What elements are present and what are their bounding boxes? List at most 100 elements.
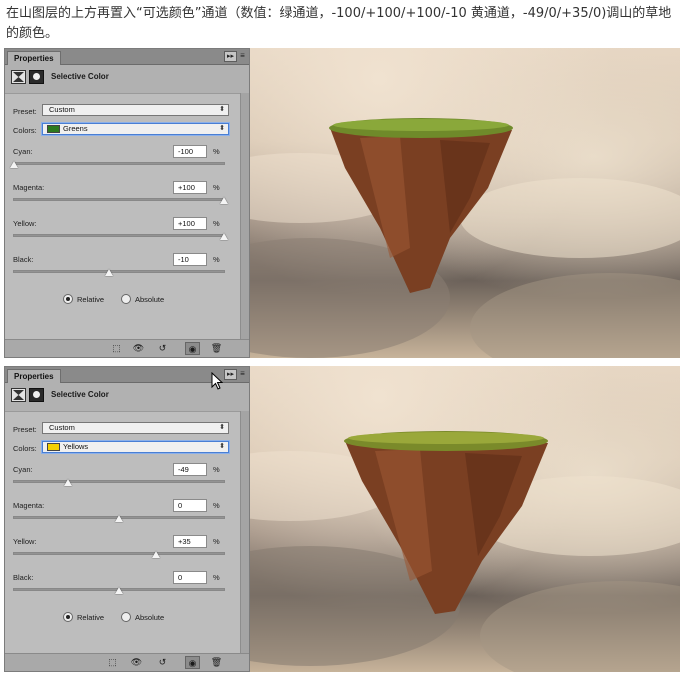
visibility-eye-icon[interactable]: ◉ (185, 342, 200, 355)
cyan-value-field[interactable]: -100 (173, 145, 207, 158)
collapse-panel-button[interactable]: ▸▸ (224, 369, 237, 380)
tab-properties[interactable]: Properties (7, 369, 61, 383)
preset-dropdown[interactable]: Custom ⬍ (42, 422, 229, 434)
magenta-percent: % (213, 183, 220, 192)
colors-value: Yellows (63, 442, 89, 451)
colors-dropdown[interactable]: Greens ⬍ (42, 123, 229, 135)
yellow-percent: % (213, 537, 220, 546)
yellow-slider-thumb[interactable] (220, 233, 228, 240)
screenshot-yellows: Properties ▸▸ ≡ Selective Color Preset: … (4, 366, 680, 672)
magenta-slider-thumb[interactable] (220, 197, 228, 204)
cyan-slider-track[interactable] (10, 161, 225, 168)
colors-label: Colors: (13, 444, 37, 453)
magenta-slider-track[interactable] (13, 515, 225, 522)
relative-radio[interactable] (63, 612, 73, 622)
adjustment-header: Selective Color (11, 388, 236, 406)
cyan-slider-thumb[interactable] (63, 479, 72, 486)
magenta-slider-thumb[interactable] (115, 515, 123, 522)
yellow-label: Yellow: (13, 219, 37, 228)
magenta-percent: % (213, 501, 220, 510)
preset-value: Custom (49, 105, 75, 114)
selective-color-adjustment-icon[interactable] (11, 70, 26, 84)
black-slider-track[interactable] (13, 587, 225, 594)
yellow-slider-thumb[interactable] (151, 551, 160, 558)
tab-properties[interactable]: Properties (7, 51, 61, 65)
black-label: Black: (13, 573, 34, 582)
colors-value: Greens (63, 124, 88, 133)
absolute-label: Absolute (135, 613, 165, 622)
cyan-value-field[interactable]: -49 (173, 463, 207, 476)
cyan-slider-thumb[interactable] (10, 161, 18, 168)
layer-mask-icon[interactable] (29, 70, 44, 84)
panel-menu-icon[interactable]: ≡ (238, 370, 247, 379)
black-slider-thumb[interactable] (115, 587, 123, 594)
relative-label: Relative (77, 613, 105, 622)
black-value-field[interactable]: -10 (173, 253, 207, 266)
panel-menu-icon[interactable]: ≡ (238, 52, 247, 61)
magenta-label: Magenta: (13, 501, 45, 510)
panel-body: Preset: Custom ⬍ Colors: Greens ⬍ Cyan: … (5, 93, 241, 339)
black-slider-thumb[interactable] (104, 269, 113, 276)
color-swatch (47, 125, 60, 133)
panel-footer: ⬚ 👁 ↺ ◉ 🗑 (5, 339, 249, 357)
magenta-label: Magenta: (13, 183, 45, 192)
relative-label: Relative (77, 295, 105, 304)
yellow-slider-track[interactable] (13, 233, 228, 240)
selective-color-adjustment-icon[interactable] (11, 388, 26, 402)
black-percent: % (213, 255, 220, 264)
yellow-value-field[interactable]: +35 (173, 535, 207, 548)
delete-icon[interactable]: 🗑 (209, 656, 224, 669)
floating-island-image (250, 48, 680, 358)
properties-panel: Properties ▸▸ ≡ Selective Color Preset: … (4, 366, 250, 672)
panel-footer: ⬚ 👁 ↺ ◉ 🗑 (5, 653, 249, 671)
visibility-eye-icon[interactable]: ◉ (185, 656, 200, 669)
cyan-label: Cyan: (13, 465, 33, 474)
panel-scrollbar[interactable] (240, 93, 249, 339)
updown-arrow-icon: ⬍ (219, 424, 225, 431)
clip-to-layer-icon[interactable]: ⬚ (109, 342, 124, 355)
magenta-value-field[interactable]: 0 (173, 499, 207, 512)
adjustment-title: Selective Color (51, 390, 109, 399)
absolute-radio[interactable] (121, 294, 131, 304)
colors-dropdown[interactable]: Yellows ⬍ (42, 441, 229, 453)
yellow-slider-track[interactable] (13, 551, 225, 558)
adjustment-title: Selective Color (51, 72, 109, 81)
preset-value: Custom (49, 423, 75, 432)
panel-body: Preset: Custom ⬍ Colors: Yellows ⬍ Cyan:… (5, 411, 241, 653)
layer-mask-icon[interactable] (29, 388, 44, 402)
clip-to-layer-icon[interactable]: ⬚ (105, 656, 120, 669)
black-value-field[interactable]: 0 (173, 571, 207, 584)
reset-icon[interactable]: ↺ (155, 656, 170, 669)
mouse-pointer-icon (211, 372, 223, 390)
island-illustration (250, 431, 680, 672)
panel-tab-bar: Properties ▸▸ ≡ (5, 49, 249, 65)
magenta-value-field[interactable]: +100 (173, 181, 207, 194)
magenta-slider-track[interactable] (13, 197, 228, 204)
black-label: Black: (13, 255, 34, 264)
panel-scrollbar[interactable] (240, 411, 249, 653)
yellow-value-field[interactable]: +100 (173, 217, 207, 230)
colors-label: Colors: (13, 126, 37, 135)
relative-radio[interactable] (63, 294, 73, 304)
yellow-percent: % (213, 219, 220, 228)
view-previous-state-icon[interactable]: 👁 (129, 656, 144, 669)
cyan-label: Cyan: (13, 147, 33, 156)
color-swatch (47, 443, 60, 451)
cyan-slider-track[interactable] (13, 479, 225, 486)
black-slider-track[interactable] (13, 269, 225, 276)
properties-panel: Properties ▸▸ ≡ Selective Color Preset: … (4, 48, 250, 358)
reset-icon[interactable]: ↺ (155, 342, 170, 355)
updown-arrow-icon: ⬍ (219, 106, 225, 113)
preset-dropdown[interactable]: Custom ⬍ (42, 104, 229, 116)
collapse-panel-button[interactable]: ▸▸ (224, 51, 237, 62)
adjustment-header: Selective Color (11, 70, 236, 88)
floating-island-image (250, 366, 680, 672)
yellow-label: Yellow: (13, 537, 37, 546)
cyan-percent: % (213, 465, 220, 474)
delete-icon[interactable]: 🗑 (209, 342, 224, 355)
absolute-radio[interactable] (121, 612, 131, 622)
view-previous-state-icon[interactable]: 👁 (131, 342, 146, 355)
black-percent: % (213, 573, 220, 582)
cyan-percent: % (213, 147, 220, 156)
preset-label: Preset: (13, 107, 37, 116)
